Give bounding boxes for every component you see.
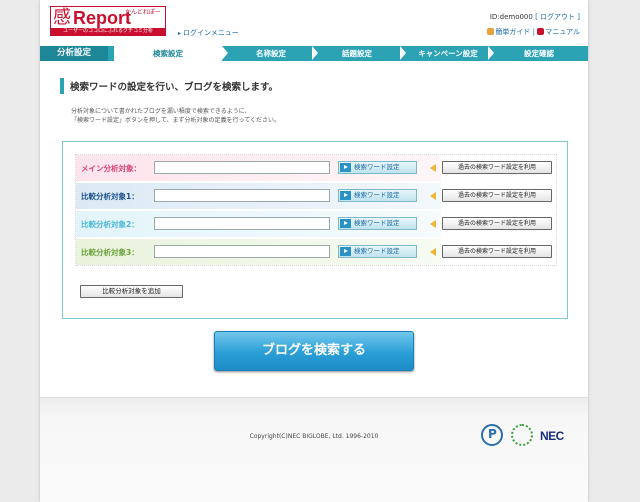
login-menu-link[interactable]: ▸ ログインメニュー (178, 28, 239, 38)
page-frame: 感 Report かんどれぽーと ユーザーのココロにふれるクチコミ分析 ▸ ログイ… (40, 0, 588, 502)
target-row-main: メイン分析対象： 検索ワード設定 過去の検索ワード設定を利用 (76, 155, 558, 181)
arrow-left-icon (430, 164, 436, 172)
play-icon (340, 247, 351, 256)
logo[interactable]: 感 Report かんどれぽーと ユーザーのココロにふれるクチコミ分析 (50, 6, 166, 36)
play-icon (340, 191, 351, 200)
use-past-settings-button[interactable]: 過去の検索ワード設定を利用 (442, 189, 552, 202)
copyright: Copyright(C)NEC BIGLOBE, Ltd. 1996-2010 (249, 433, 379, 440)
page-title: 検索ワードの設定を行い、ブログを検索します。 (70, 82, 279, 93)
nav-section-title: 分析設定 (40, 46, 108, 61)
logo-tagline: ユーザーのココロにふれるクチコミ分析 (51, 28, 165, 35)
tab-topic-settings[interactable]: 話題設定 (320, 46, 394, 61)
target-label: メイン分析対象： (81, 164, 141, 173)
target-label: 比較分析対象2： (81, 220, 139, 229)
play-icon (340, 163, 351, 172)
manual-icon (537, 28, 545, 35)
manual-link[interactable]: マニュアル (545, 28, 580, 36)
footer: Copyright(C)NEC BIGLOBE, Ltd. 1996-2010 … (40, 397, 588, 502)
use-past-settings-button[interactable]: 過去の検索ワード設定を利用 (442, 245, 552, 258)
button-label: 検索ワード設定 (354, 219, 400, 227)
button-label: 検索ワード設定 (354, 163, 400, 171)
logo-kana: かんどれぽーと (125, 9, 161, 25)
help-divider: | (532, 28, 535, 36)
tab-confirm-settings[interactable]: 設定確認 (494, 46, 584, 61)
step-nav: 分析設定 検索設定 名称設定 話題設定 キャンペーン設定 設定確認 (40, 46, 588, 61)
arrow-left-icon (430, 220, 436, 228)
help-links: 簡単ガイド | マニュアル (487, 27, 580, 37)
step-arrow-icon (222, 46, 228, 60)
guide-icon (487, 28, 495, 35)
user-id: ID:demo000 (489, 13, 533, 21)
description-line: 「検索ワード設定」ボタンを押して、まず分析対象の定義を行ってください。 (71, 117, 281, 124)
certification-mark-icon (511, 424, 533, 446)
login-menu-label: ログインメニュー (183, 29, 239, 37)
user-info: ID:demo000 [ ログアウト ] (490, 12, 580, 22)
compare-target-1-input[interactable] (154, 189, 330, 202)
triangle-right-icon: ▸ (178, 30, 182, 37)
target-label: 比較分析対象1： (81, 192, 139, 201)
target-rows: メイン分析対象： 検索ワード設定 過去の検索ワード設定を利用 比較分析対象1： … (75, 154, 557, 266)
tab-campaign-settings[interactable]: キャンペーン設定 (406, 46, 490, 61)
nec-logo: NEC (540, 429, 564, 443)
search-word-settings-button[interactable]: 検索ワード設定 (338, 217, 417, 230)
search-word-settings-button[interactable]: 検索ワード設定 (338, 189, 417, 202)
button-label: 検索ワード設定 (354, 247, 400, 255)
step-arrow-icon (312, 46, 318, 60)
logo-text: Report (73, 8, 131, 28)
button-label: 検索ワード設定 (354, 191, 400, 199)
privacy-mark-icon (481, 424, 503, 446)
target-label: 比較分析対象3： (81, 248, 139, 257)
search-blogs-button[interactable]: ブログを検索する (214, 331, 414, 371)
logo-kanji: 感 (53, 7, 71, 28)
arrow-left-icon (430, 192, 436, 200)
description-line: 分析対象について書かれたブログを漏い積度で検索できるように、 (71, 108, 251, 115)
main-target-input[interactable] (154, 161, 330, 174)
logout-link[interactable]: [ ログアウト ] (535, 13, 580, 21)
target-row-compare-2: 比較分析対象2： 検索ワード設定 過去の検索ワード設定を利用 (76, 211, 558, 237)
use-past-settings-button[interactable]: 過去の検索ワード設定を利用 (442, 161, 552, 174)
guide-link[interactable]: 簡単ガイド (495, 28, 530, 36)
search-word-settings-button[interactable]: 検索ワード設定 (338, 161, 417, 174)
compare-target-2-input[interactable] (154, 217, 330, 230)
play-icon (340, 219, 351, 228)
compare-target-3-input[interactable] (154, 245, 330, 258)
target-row-compare-3: 比較分析対象3： 検索ワード設定 過去の検索ワード設定を利用 (76, 239, 558, 265)
use-past-settings-button[interactable]: 過去の検索ワード設定を利用 (442, 217, 552, 230)
search-word-settings-button[interactable]: 検索ワード設定 (338, 245, 417, 258)
tab-search-settings[interactable]: 検索設定 (114, 46, 222, 61)
search-settings-panel: メイン分析対象： 検索ワード設定 過去の検索ワード設定を利用 比較分析対象1： … (62, 141, 568, 319)
add-compare-target-button[interactable]: 比較分析対象を追加 (80, 285, 183, 298)
arrow-left-icon (430, 248, 436, 256)
description: 分析対象について書かれたブログを漏い積度で検索できるように、 「検索ワード設定」… (71, 107, 280, 125)
target-row-compare-1: 比較分析対象1： 検索ワード設定 過去の検索ワード設定を利用 (76, 183, 558, 209)
tab-name-settings[interactable]: 名称設定 (230, 46, 312, 61)
title-accent-bar (60, 78, 64, 94)
